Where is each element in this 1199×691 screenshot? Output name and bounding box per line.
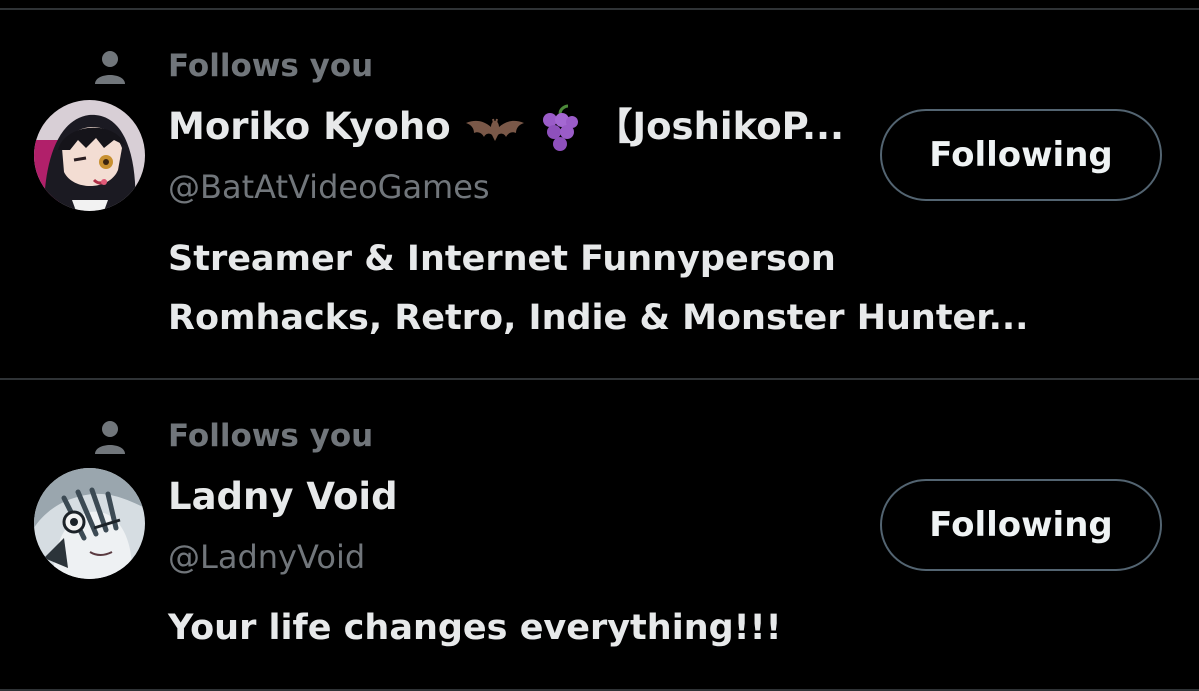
follows-you-row: Follows you: [0, 416, 600, 460]
bio-line-1: Streamer & Internet Funnyperson: [168, 239, 836, 279]
following-button[interactable]: Following: [880, 109, 1162, 201]
display-name: Moriko Kyoho: [168, 105, 451, 148]
user-handle[interactable]: @BatAtVideoGames: [168, 165, 490, 209]
display-name-suffix: 【JoshikoP...: [595, 105, 845, 148]
display-name-row[interactable]: Moriko Kyoho 【JoshikoP...: [168, 102, 844, 154]
display-name: Ladny Void: [168, 475, 398, 518]
user-card-moriko[interactable]: Follows you Moriko Kyoho 【JoshikoP... @B…: [0, 0, 1199, 378]
follows-you-label: Follows you: [168, 418, 374, 454]
bio-line-2: Romhacks, Retro, Indie & Monster Hunter.…: [168, 298, 1029, 338]
bio-line-1: Your life changes everything!!!: [168, 608, 782, 648]
person-icon: [95, 51, 125, 84]
bat-emoji-icon: [465, 118, 524, 141]
user-handle[interactable]: @LadnyVoid: [168, 535, 365, 579]
avatar[interactable]: [34, 100, 145, 211]
following-button[interactable]: Following: [880, 479, 1162, 571]
follows-you-label: Follows you: [168, 48, 374, 84]
user-card-ladny[interactable]: Follows you Ladny Void @LadnyVoid Follow…: [0, 380, 1199, 691]
display-name-row[interactable]: Ladny Void: [168, 472, 398, 522]
person-icon: [95, 421, 125, 454]
follows-you-row: Follows you: [0, 46, 600, 90]
avatar[interactable]: [34, 468, 145, 579]
grapes-emoji-icon: [543, 104, 579, 151]
